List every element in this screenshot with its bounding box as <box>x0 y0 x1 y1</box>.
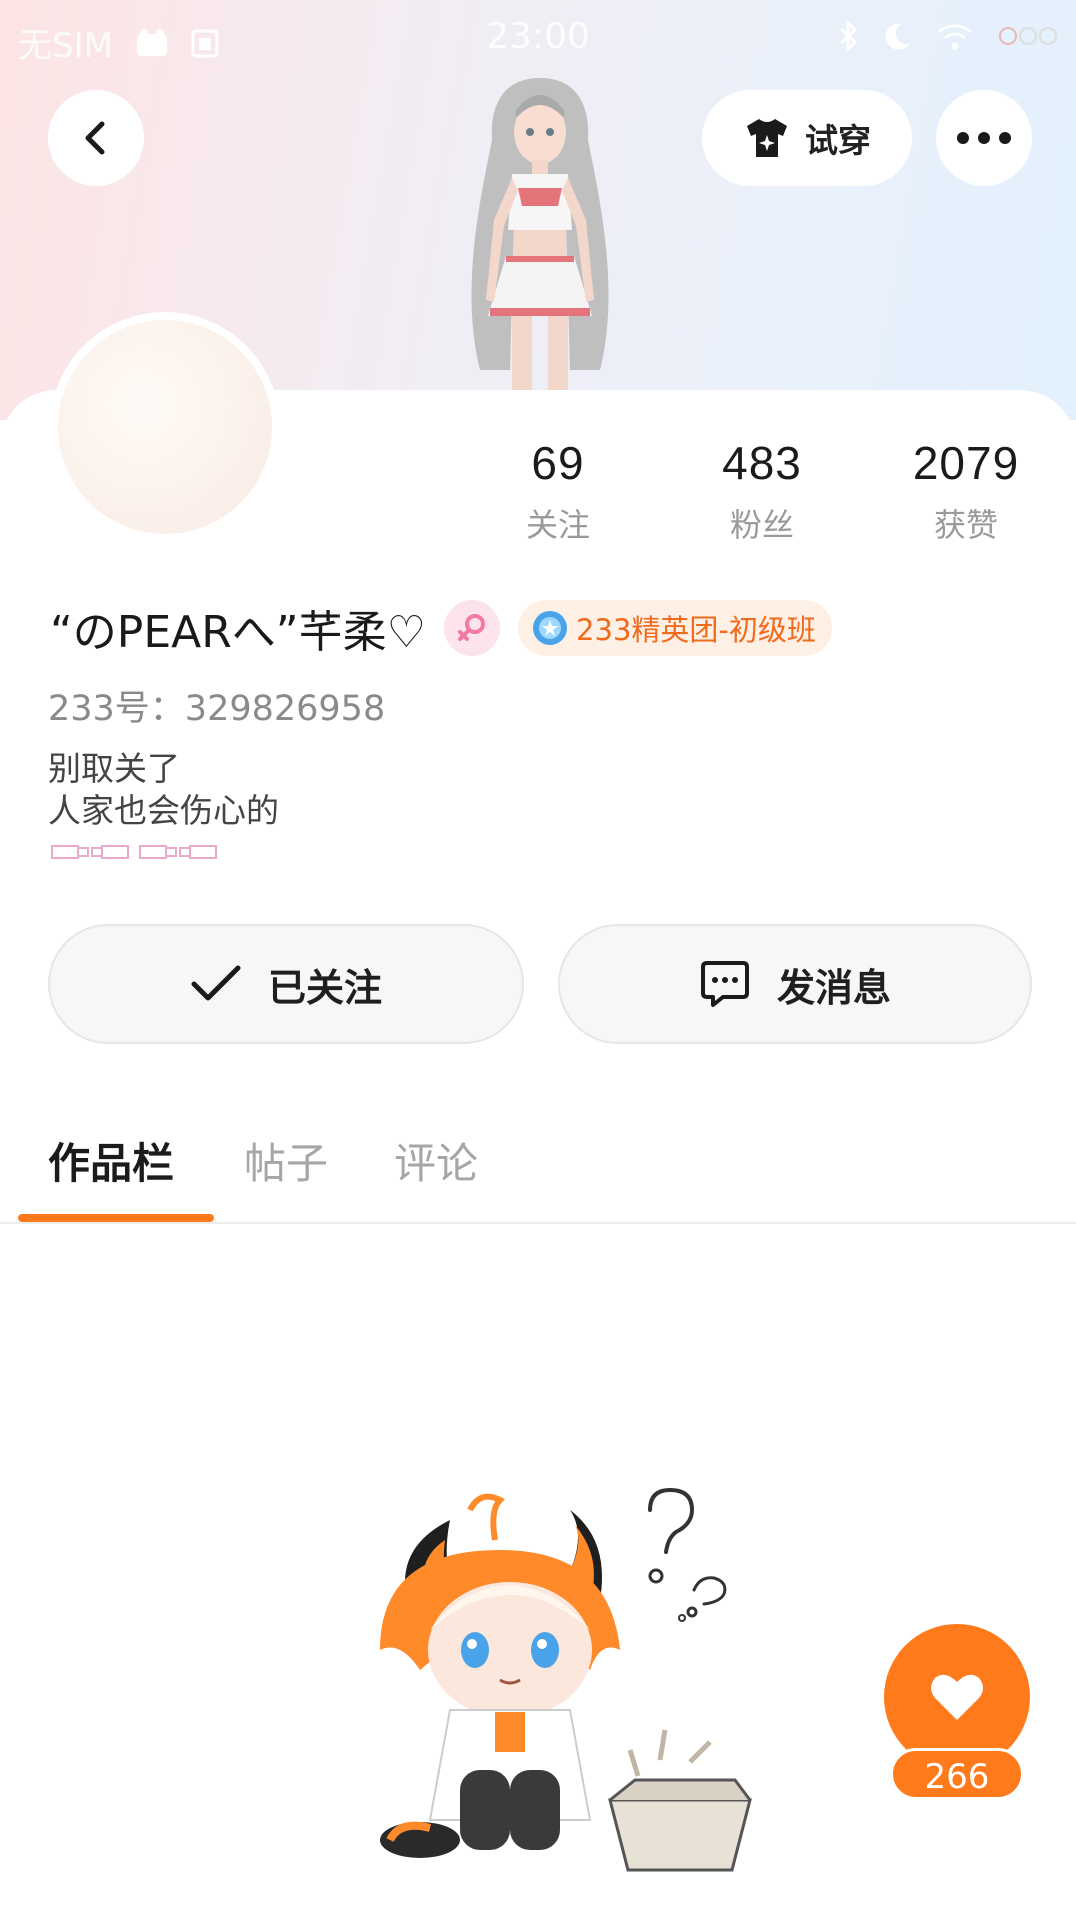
bluetooth-icon <box>838 20 860 52</box>
bio: 别取关了 人家也会伤心的 <box>48 748 279 832</box>
more-dots-icon <box>957 132 1011 144</box>
user-name: “のPEARへ”芊柔♡ <box>50 607 427 658</box>
battery-icon <box>998 21 1058 51</box>
fans-label: 粉丝 <box>729 506 794 544</box>
rank-badge[interactable]: 233精英团-初级班 <box>518 600 832 656</box>
likes-received-label: 获赞 <box>933 506 998 544</box>
like-count-badge: 266 <box>890 1748 1024 1800</box>
try-on-button[interactable]: 试穿 <box>702 90 912 186</box>
following-button-label: 已关注 <box>267 965 382 1010</box>
following-button[interactable]: 已关注 <box>48 924 524 1044</box>
following-count: 69 <box>531 437 585 489</box>
status-right <box>838 20 1058 52</box>
send-message-button[interactable]: 发消息 <box>558 924 1032 1044</box>
wifi-icon <box>936 21 974 51</box>
chevron-left-icon <box>85 121 105 155</box>
tab-works[interactable]: 作品栏 <box>48 1130 174 1191</box>
following-label: 关注 <box>525 506 590 544</box>
avatar-character-image <box>471 78 609 390</box>
tab-comments[interactable]: 评论 <box>394 1130 478 1191</box>
more-button[interactable] <box>936 90 1032 186</box>
empty-state-illustration <box>380 1487 752 1872</box>
send-message-label: 发消息 <box>776 965 891 1010</box>
tabs-divider <box>0 1222 1076 1224</box>
bio-line: 别取关了 <box>48 749 180 788</box>
try-on-label: 试穿 <box>805 121 871 160</box>
following-stat[interactable]: 69 关注 <box>473 436 643 546</box>
bio-line: 人家也会伤心的 <box>48 791 279 830</box>
medal-icon <box>533 611 568 645</box>
likes-received-count: 2079 <box>912 437 1020 489</box>
name-row: “のPEARへ”芊柔♡ 233精英团-初级班 <box>50 598 832 658</box>
checkmark-icon <box>191 965 241 1001</box>
fans-stat[interactable]: 483 粉丝 <box>677 436 847 546</box>
fans-count: 483 <box>722 437 802 489</box>
avatar[interactable] <box>50 312 280 542</box>
likes-stat[interactable]: 2079 获赞 <box>881 436 1051 546</box>
back-button[interactable] <box>48 90 144 186</box>
heart-icon <box>931 1674 983 1720</box>
tshirt-icon <box>747 119 787 157</box>
moon-icon <box>884 21 912 51</box>
status-bar: 无SIM 23:00 <box>0 0 1076 76</box>
female-gender-icon <box>444 600 501 656</box>
chat-bubble-icon <box>700 961 749 1007</box>
pointing-hands-decoration-icon <box>51 845 217 859</box>
user-id: 233号：329826958 <box>48 689 386 729</box>
rank-badge-label: 233精英团-初级班 <box>576 613 816 647</box>
tab-posts[interactable]: 帖子 <box>244 1130 328 1191</box>
active-tab-indicator <box>18 1214 214 1222</box>
content-tabs: 作品栏 帖子 评论 <box>0 1120 1076 1224</box>
